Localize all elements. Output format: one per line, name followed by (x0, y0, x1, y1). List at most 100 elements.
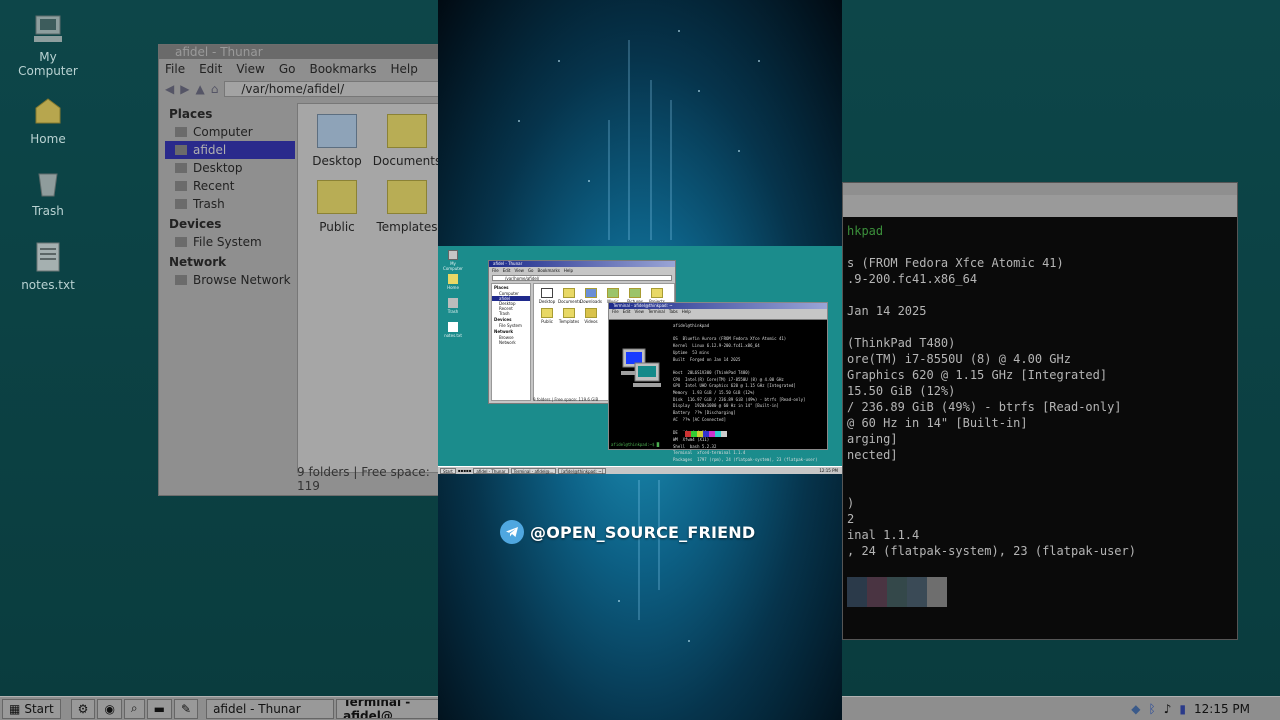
terminal-window: hkpad s (FROM Fedora Xfce Atomic 41) .9-… (842, 182, 1238, 640)
sidebar-item-desktop[interactable]: Desktop (165, 159, 295, 177)
menu-edit[interactable]: Edit (199, 62, 222, 76)
telegram-handle[interactable]: @OPEN_SOURCE_FRIEND (500, 520, 755, 544)
quicklaunch-settings-icon[interactable]: ⚙ (70, 698, 96, 719)
folder-item[interactable]: Videos (580, 308, 602, 324)
task-terminal-2[interactable]: [afidel@thinkpad: ~] (558, 467, 607, 474)
terminal-line: (ThinkPad T480) (847, 336, 956, 350)
status-bar: 9 folders | Free space: 119 (297, 465, 430, 493)
mini-icon-home[interactable]: Home (440, 274, 466, 290)
mini-icon-notes[interactable]: notes.txt (440, 322, 466, 338)
sidebar-heading: Network (494, 329, 514, 334)
color-palette (847, 577, 1233, 607)
location-input[interactable]: /var/home/afidel/ (224, 81, 447, 97)
folder-icon (629, 288, 641, 298)
folder-item[interactable]: Documents (558, 288, 581, 304)
menu-bookmarks[interactable]: Bookmarks (538, 268, 560, 273)
bluetooth-icon[interactable]: ᛒ (1149, 702, 1156, 716)
menu-edit[interactable]: Edit (623, 309, 631, 314)
shell-prompt[interactable]: afidel@thinkpad:~$ █ (611, 442, 659, 447)
mini-icon-my-computer[interactable]: My Computer (440, 250, 466, 271)
desktop-icon-my-computer[interactable]: My Computer (8, 12, 88, 78)
sidebar-item-computer[interactable]: Computer (165, 123, 295, 141)
sidebar-item[interactable]: Browse Network (492, 335, 530, 345)
sidebar-item[interactable]: File System (492, 323, 530, 328)
telegram-icon (500, 520, 524, 544)
menu-help[interactable]: Help (564, 268, 573, 273)
menu-help[interactable]: Help (682, 309, 691, 314)
mini-icon-trash[interactable]: Trash (440, 298, 466, 314)
desktop-icon-home[interactable]: Home (8, 94, 88, 146)
sidebar-item[interactable]: Trash (492, 311, 530, 316)
menu-view[interactable]: View (236, 62, 264, 76)
task-thunar[interactable]: afidel - Thunar (473, 467, 509, 474)
quicklaunch-icons[interactable]: ▪▪▪▪▪ (458, 468, 472, 473)
volume-icon[interactable]: ♪ (1164, 702, 1172, 716)
network-icon[interactable]: ◆ (1131, 702, 1140, 716)
back-arrow-icon[interactable]: ◀ (165, 82, 174, 96)
start-button[interactable]: ▦ Start (2, 698, 61, 719)
task-thunar[interactable]: afidel - Thunar (206, 698, 335, 719)
menu-go[interactable]: Go (279, 62, 296, 76)
menu-bookmarks[interactable]: Bookmarks (309, 62, 376, 76)
menu-help[interactable]: Help (391, 62, 418, 76)
color-palette (679, 431, 727, 437)
folder-item[interactable]: Templates (558, 308, 580, 324)
sidebar-item-filesystem[interactable]: File System (165, 233, 295, 251)
terminal-line: Graphics 620 @ 1.15 GHz [Integrated] (847, 368, 1108, 382)
folder-item[interactable]: Public (536, 308, 558, 324)
terminal-line: .9-200.fc41.x86_64 (847, 272, 978, 286)
menu-file[interactable]: File (165, 62, 185, 76)
quicklaunch-search-icon[interactable]: ⌕ (123, 698, 145, 719)
battery-icon[interactable]: ▮ (1179, 702, 1186, 716)
sidebar: Places Computer afidel Desktop Recent Tr… (491, 283, 531, 401)
menu-file[interactable]: File (492, 268, 499, 273)
folder-icon (541, 308, 553, 318)
desktop-icon-trash[interactable]: Trash (8, 166, 88, 218)
menu-tabs[interactable]: Tabs (669, 309, 678, 314)
home-icon[interactable]: ⌂ (211, 82, 219, 96)
quicklaunch-browser-icon[interactable]: ◉ (97, 698, 122, 719)
sidebar-item-browse-network[interactable]: Browse Network (165, 271, 295, 289)
terminal-line: , 24 (flatpak-system), 23 (flatpak-user) (847, 544, 1136, 558)
task-terminal[interactable]: Terminal - afidel@... (510, 467, 557, 474)
up-arrow-icon[interactable]: ▲ (195, 82, 204, 96)
terminal-line: 2 (847, 512, 855, 526)
folder-desktop[interactable]: Desktop (302, 114, 372, 168)
retro-computer-logo-icon (619, 343, 665, 389)
menu-file[interactable]: File (612, 309, 619, 314)
forward-arrow-icon[interactable]: ▶ (180, 82, 189, 96)
mini-terminal-window: Terminal - afidel@thinkpad: ~ File Edit … (608, 302, 828, 462)
location-input[interactable]: /var/home/afidel/ (492, 275, 672, 281)
quicklaunch-terminal-icon[interactable]: ▬ (146, 698, 172, 719)
desktop-icon-label: notes.txt (21, 278, 75, 292)
folder-public[interactable]: Public (302, 180, 372, 234)
menu-terminal[interactable]: Terminal (648, 309, 665, 314)
desktop-icon-notes[interactable]: notes.txt (8, 240, 88, 292)
start-button[interactable]: Start (440, 467, 456, 474)
folder-item[interactable]: Downloads (580, 288, 602, 304)
trash-icon (31, 166, 65, 200)
folder-icon (387, 114, 427, 148)
terminal-line: inal 1.1.4 (847, 528, 920, 542)
quicklaunch-editor-icon[interactable]: ✎ (174, 698, 199, 719)
folder-item[interactable]: Desktop (536, 288, 558, 304)
sidebar-heading: Places (494, 285, 509, 290)
status-bar: 9 folders | Free space: 119.6 GiB (533, 397, 599, 402)
menu-edit[interactable]: Edit (503, 268, 511, 273)
folder-documents[interactable]: Documents (372, 114, 442, 168)
sidebar-item-trash[interactable]: Trash (165, 195, 295, 213)
desktop-icon-label: Trash (32, 204, 64, 218)
menu-view[interactable]: View (514, 268, 524, 273)
sidebar-item-recent[interactable]: Recent (165, 177, 295, 195)
task-terminal[interactable]: Terminal - afidel@ (336, 698, 447, 719)
sidebar-item-home[interactable]: afidel (165, 141, 295, 159)
folder-templates[interactable]: Templates (372, 180, 442, 234)
computer-icon (31, 12, 65, 46)
menu-go[interactable]: Go (528, 268, 534, 273)
menu-view[interactable]: View (634, 309, 644, 314)
thunar-window: afidel - Thunar File Edit View Go Bookma… (158, 44, 448, 496)
text-file-icon (448, 322, 458, 332)
computer-icon (448, 250, 458, 260)
